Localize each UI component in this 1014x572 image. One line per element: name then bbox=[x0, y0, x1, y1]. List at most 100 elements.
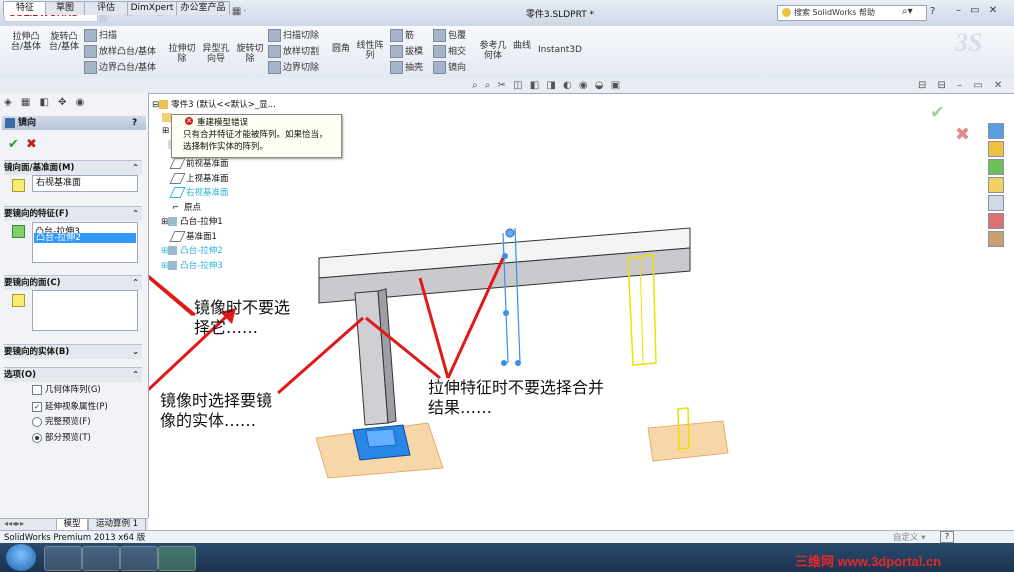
annotation-dont-select-feature: 镜像时不要选 择它…… bbox=[194, 298, 291, 337]
mirror-plane-handle[interactable] bbox=[515, 360, 521, 366]
window-controls[interactable]: – ▭ ✕ bbox=[956, 5, 1000, 16]
collapse-icon[interactable]: ⊟ bbox=[152, 100, 159, 110]
chevron-up-icon[interactable]: ⌃ bbox=[132, 161, 139, 175]
heads-up-view-toolbar[interactable]: ⌕ ⌕ ✂ ◫ ◧ ◨ ◐ ◉ ◒ ▣ bbox=[472, 80, 622, 91]
chevron-up-icon[interactable]: ⌃ bbox=[132, 368, 139, 382]
mirror-button[interactable]: 镜向 bbox=[433, 61, 466, 74]
tree-item-origin[interactable]: ⌐ 原点 bbox=[172, 201, 201, 213]
lofted-cut-button[interactable]: 放样切割 bbox=[268, 45, 319, 58]
help-button[interactable]: ? bbox=[930, 6, 935, 17]
tree-item-annotations[interactable]: ⊞ bbox=[162, 126, 169, 136]
mirror-plane-handle[interactable] bbox=[503, 310, 509, 316]
sweep-button[interactable]: 扫描 bbox=[84, 29, 117, 42]
rib-button[interactable]: 筋 bbox=[390, 29, 414, 42]
boundary-cut-button[interactable]: 边界切除 bbox=[268, 61, 319, 74]
boss-extrude-button[interactable]: 拉伸凸 台/基体 bbox=[8, 32, 44, 52]
home-icon[interactable] bbox=[988, 141, 1004, 157]
boss-extrude-label: 拉伸凸 台/基体 bbox=[10, 32, 42, 52]
propagate-visual-checkbox[interactable]: ✓ 延伸视象属性(P) bbox=[32, 400, 108, 412]
tree-item-top-plane[interactable]: 上视基准面 bbox=[169, 172, 229, 184]
tab-features[interactable]: 特征 bbox=[3, 1, 47, 15]
faces-section-header[interactable]: 要镜向的面(C) ⌃ bbox=[4, 275, 142, 290]
mirror-plane-handle[interactable] bbox=[505, 228, 515, 238]
tab-dimxpert[interactable]: DimXpert bbox=[127, 1, 177, 15]
feature-tree-root[interactable]: ⊟ 零件3 (默认<<默认>_显... bbox=[152, 98, 276, 110]
tree-item-boss-extrude1[interactable]: ⊞ 凸台-拉伸1 bbox=[161, 215, 223, 227]
swept-cut-button[interactable]: 扫描切除 bbox=[268, 29, 319, 42]
status-customize[interactable]: 自定义 ▾ bbox=[893, 531, 925, 543]
geometry-pattern-checkbox[interactable]: 几何体阵列(G) bbox=[32, 383, 101, 395]
list-item-selected[interactable]: 凸台-拉伸2 bbox=[34, 233, 136, 243]
taskbar-solidworks-icon[interactable] bbox=[158, 546, 196, 571]
cancel-x-icon[interactable]: ✖ bbox=[26, 137, 37, 152]
tab-evaluate[interactable]: 评估 bbox=[84, 1, 128, 15]
tree-item-front-plane[interactable]: 前视基准面 bbox=[169, 157, 229, 169]
custom-properties-icon[interactable] bbox=[988, 231, 1004, 247]
taskbar-ie-icon[interactable] bbox=[44, 546, 82, 571]
tab-scroll-arrows[interactable]: ◂◂◂▸▸ bbox=[4, 519, 24, 528]
instant3d-button[interactable]: Instant3D bbox=[538, 45, 582, 55]
faces-label: 要镜向的面(C) bbox=[4, 278, 61, 288]
intersect-button[interactable]: 相交 bbox=[433, 45, 466, 58]
swept-cut-icon bbox=[268, 29, 281, 42]
fillet-button[interactable]: 圆角 bbox=[330, 44, 352, 54]
tab-office-products[interactable]: 办公室产品 bbox=[176, 1, 230, 15]
extrude-cut-button[interactable]: 拉伸切 除 bbox=[166, 44, 198, 64]
features-section-header[interactable]: 要镜向的特征(F) ⌃ bbox=[4, 206, 142, 221]
mirror-plane-handle[interactable] bbox=[501, 360, 507, 366]
chevron-up-icon[interactable]: ⌃ bbox=[132, 276, 139, 290]
faces-list[interactable] bbox=[32, 290, 138, 331]
chevron-up-icon[interactable]: ⌃ bbox=[132, 207, 139, 221]
curves-button[interactable]: 曲线 bbox=[510, 41, 534, 51]
loft-button[interactable]: 放样凸台/基体 bbox=[84, 45, 156, 58]
tree-item-boss-extrude3[interactable]: ⊞ 凸台-拉伸3 bbox=[161, 259, 223, 271]
tree-item-plane1[interactable]: 基准面1 bbox=[169, 230, 217, 242]
draft-button[interactable]: 拔模 bbox=[390, 45, 423, 58]
full-preview-radio[interactable]: 完整预览(F) bbox=[32, 415, 91, 427]
taskbar-app-icon[interactable] bbox=[120, 546, 158, 571]
expand-icon[interactable]: ⊞ bbox=[162, 126, 169, 136]
revolve-boss-button[interactable]: 旋转凸 台/基体 bbox=[46, 32, 82, 52]
design-library-icon[interactable] bbox=[988, 159, 1004, 175]
appearances-icon[interactable] bbox=[988, 213, 1004, 229]
options-section-header[interactable]: 选项(O) ⌃ bbox=[4, 367, 142, 382]
ok-check-icon[interactable]: ✔ bbox=[8, 137, 19, 152]
help-button[interactable]: ? bbox=[132, 116, 137, 130]
mirror-feature-icon bbox=[5, 118, 15, 128]
resources-icon[interactable] bbox=[988, 123, 1004, 139]
bodies-section-header[interactable]: 要镜向的实体(B) ⌄ bbox=[4, 344, 142, 359]
viewport-controls[interactable]: ⊟ ⊟ – ▭ ✕ bbox=[918, 80, 1006, 91]
arrow-to-column bbox=[277, 316, 364, 395]
tab-sketch[interactable]: 草图 bbox=[45, 1, 85, 15]
taskbar-explorer-icon[interactable] bbox=[82, 546, 120, 571]
status-help-icon[interactable]: ? bbox=[940, 531, 954, 543]
expand-icon[interactable]: ⊞ bbox=[161, 246, 168, 256]
tree-item-boss-extrude2[interactable]: ⊞ 凸台-拉伸2 bbox=[161, 244, 223, 256]
search-go-icon[interactable]: ⌕▾ bbox=[902, 6, 913, 17]
file-explorer-icon[interactable] bbox=[988, 177, 1004, 193]
expand-icon[interactable]: ⊞ bbox=[161, 261, 168, 271]
manager-tab-icons[interactable]: ◈ ▦ ◧ ✥ ◉ bbox=[4, 97, 87, 108]
boundary-boss-button[interactable]: 边界凸台/基体 bbox=[84, 61, 156, 74]
tree-item-right-plane[interactable]: 右视基准面 bbox=[169, 186, 229, 198]
chevron-down-icon[interactable]: ⌄ bbox=[132, 345, 139, 359]
error-message: 只有合并特征才能被阵列。如果恰当，选择制作实体的阵列。 bbox=[183, 130, 328, 152]
wrap-button[interactable]: 包覆 bbox=[433, 29, 466, 42]
mirror-face-section-header[interactable]: 镜向面/基准面(M) ⌃ bbox=[4, 160, 142, 175]
reference-geometry-button[interactable]: 参考几 何体 bbox=[478, 41, 508, 61]
features-selection-icon bbox=[12, 225, 25, 238]
shell-button[interactable]: 抽壳 bbox=[390, 61, 423, 74]
linear-pattern-button[interactable]: 线性阵 列 bbox=[355, 41, 385, 61]
revolve-cut-button[interactable]: 旋转切 除 bbox=[234, 44, 266, 64]
partial-preview-radio[interactable]: 部分预览(T) bbox=[32, 431, 91, 443]
boss-extrude1-label: 凸台-拉伸1 bbox=[180, 217, 223, 227]
mirror-face-field[interactable]: 右视基准面 bbox=[32, 175, 138, 192]
confirm-cancel-icon[interactable]: ✖ bbox=[955, 124, 970, 145]
confirm-ok-icon[interactable]: ✔ bbox=[930, 102, 945, 123]
tree-root-label: 零件3 (默认<<默认>_显... bbox=[171, 100, 276, 110]
expand-icon[interactable]: ⊞ bbox=[161, 217, 168, 227]
view-palette-icon[interactable] bbox=[988, 195, 1004, 211]
start-button-icon[interactable] bbox=[6, 544, 36, 571]
boss-extrude3-label: 凸台-拉伸3 bbox=[180, 261, 223, 271]
hole-wizard-button[interactable]: 异型孔 向导 bbox=[200, 44, 232, 64]
